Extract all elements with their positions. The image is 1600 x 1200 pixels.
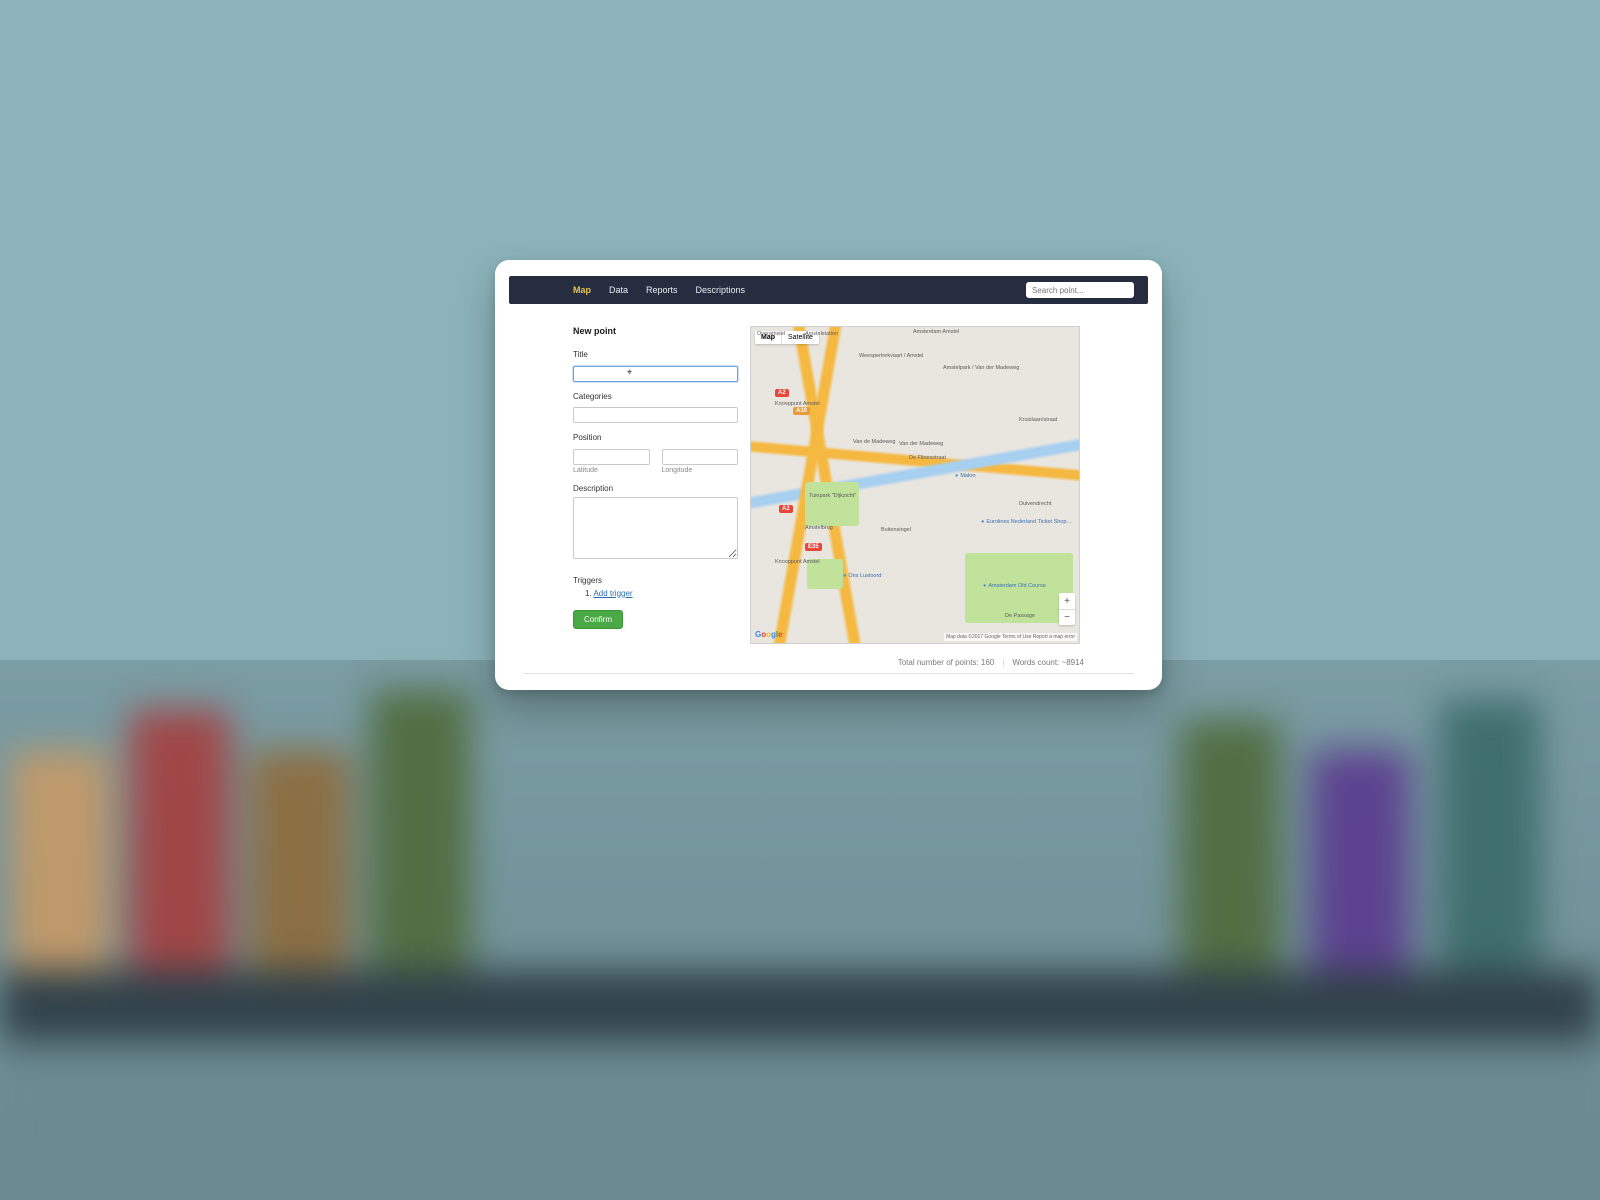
title-input[interactable] [573, 366, 738, 382]
map-label: Weespertrekvaart / Amstel [859, 353, 923, 359]
map-poi[interactable]: Amsterdam Old Course [983, 583, 1046, 589]
map-canvas[interactable]: Map Satellite A2A10A2E35 OveramstelAmste… [750, 326, 1080, 644]
map-poi[interactable]: Makro [955, 473, 976, 479]
footer-separator: | [1002, 658, 1004, 667]
points-count: Total number of points: 160 [898, 658, 995, 667]
map-label: Van der Madeweg [899, 441, 943, 447]
footer-stats: Total number of points: 160 | Words coun… [509, 652, 1148, 667]
triggers-label: Triggers [573, 576, 738, 585]
google-logo: Google [755, 630, 783, 639]
longitude-input[interactable] [662, 449, 739, 465]
longitude-sublabel: Longitude [662, 467, 739, 474]
nav-map[interactable]: Map [573, 285, 591, 295]
road-badge: A2 [775, 389, 789, 397]
map-label: Kruislaan/straat [1019, 417, 1057, 423]
map-poi[interactable]: Ons Lustoord [843, 573, 881, 579]
latitude-input[interactable] [573, 449, 650, 465]
map-panel: Map Satellite A2A10A2E35 OveramstelAmste… [750, 326, 1084, 644]
title-label: Title [573, 350, 738, 359]
nav-bar: Map Data Reports Descriptions [509, 276, 1148, 304]
confirm-button[interactable]: Confirm [573, 610, 623, 629]
app-window: Map Data Reports Descriptions New point … [495, 260, 1162, 690]
position-label: Position [573, 433, 738, 442]
description-textarea[interactable] [573, 497, 738, 559]
nav-descriptions[interactable]: Descriptions [696, 285, 746, 295]
zoom-control: + − [1059, 593, 1075, 625]
nav-reports[interactable]: Reports [646, 285, 678, 295]
map-label: Amstelpark / Van der Madeweg [943, 365, 1019, 371]
footer-divider [523, 673, 1134, 674]
map-label: Amstelstation [805, 331, 838, 337]
search-input[interactable] [1026, 282, 1134, 298]
latitude-sublabel: Latitude [573, 467, 650, 474]
add-trigger-link[interactable]: Add trigger [593, 589, 632, 598]
zoom-in-button[interactable]: + [1059, 593, 1075, 609]
road-badge: E35 [805, 543, 822, 551]
zoom-out-button[interactable]: − [1059, 609, 1075, 625]
map-attribution[interactable]: Map data ©2017 Google Terms of Use Repor… [944, 633, 1077, 641]
map-label: De Passage [1005, 613, 1035, 619]
description-label: Description [573, 484, 738, 493]
map-label: Overamstel [757, 331, 785, 337]
map-label: Tuinpark "Dijkzicht" [809, 493, 856, 499]
nav-data[interactable]: Data [609, 285, 628, 295]
categories-label: Categories [573, 392, 738, 401]
words-count: Words count: ~8914 [1012, 658, 1084, 667]
map-poi[interactable]: Eurolines Nederland Ticket Shop… [981, 519, 1072, 525]
map-label: Amstelbrug [805, 525, 833, 531]
trigger-item-number: 1. [585, 589, 592, 598]
map-label: Duivendrecht [1019, 501, 1051, 507]
road-badge: A2 [779, 505, 793, 513]
form-heading: New point [573, 326, 738, 336]
map-label: Van de Madeweg [853, 439, 895, 445]
road-badge: A10 [793, 407, 810, 415]
map-label: Knooppunt Amstel [775, 401, 820, 407]
categories-input[interactable] [573, 407, 738, 423]
map-label: Amsterdam Amstel [913, 329, 959, 335]
new-point-form: New point Title ⌖ Categories Position La… [573, 326, 738, 644]
map-label: Buitensingel [881, 527, 911, 533]
map-label: De Flinesstraat [909, 455, 946, 461]
map-label: Knooppunt Amstel [775, 559, 820, 565]
